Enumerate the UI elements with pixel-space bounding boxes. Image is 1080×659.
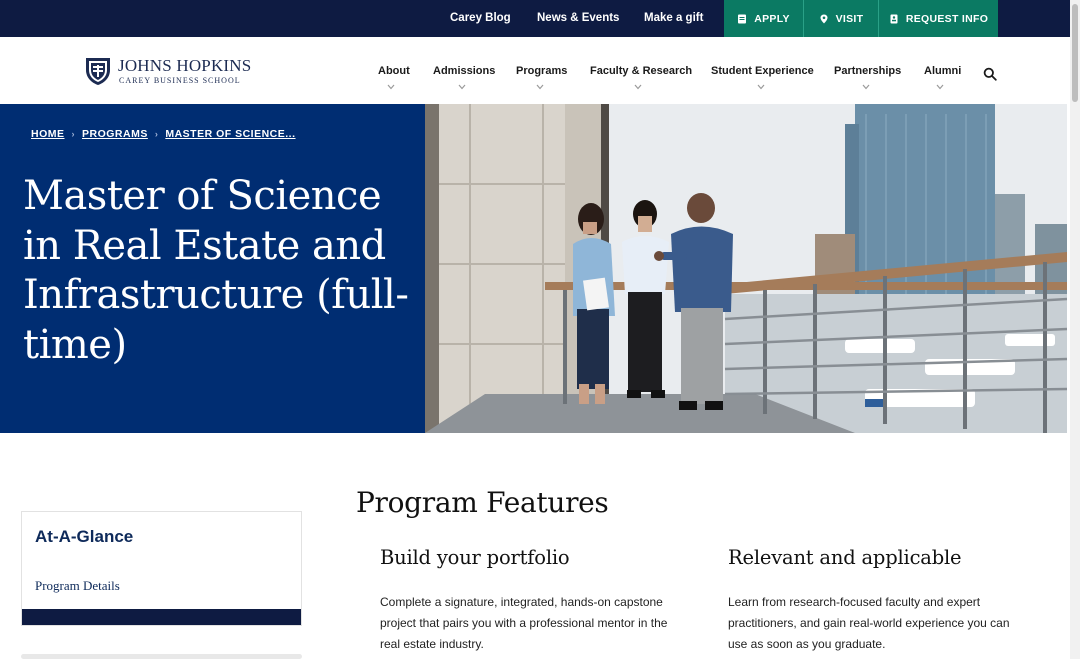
apply-label: APPLY — [754, 12, 790, 25]
at-a-glance-title: At-A-Glance — [35, 527, 134, 546]
search-icon[interactable] — [983, 67, 997, 81]
document-icon — [738, 14, 747, 23]
request-info-button[interactable]: REQUEST INFO — [879, 0, 998, 37]
request-info-label: REQUEST INFO — [905, 12, 989, 25]
visit-label: VISIT — [835, 12, 864, 25]
hero-banner: HOME › PROGRAMS › MASTER OF SCIENCE... M… — [0, 104, 1067, 433]
card-footer-bar — [22, 609, 301, 625]
feature-body: Complete a signature, integrated, hands-… — [380, 595, 668, 651]
feature-heading: Relevant and applicable — [728, 546, 962, 569]
at-a-glance-card: At-A-Glance Program Details — [21, 511, 302, 626]
hero-photo — [425, 104, 1067, 433]
chevron-down-icon — [936, 84, 944, 90]
scrollbar-thumb[interactable] — [1072, 4, 1078, 102]
nav-faculty-research[interactable]: Faculty & Research — [590, 65, 692, 77]
breadcrumb-current[interactable]: MASTER OF SCIENCE... — [165, 128, 295, 140]
apply-button[interactable]: APPLY — [724, 0, 803, 37]
breadcrumb-home[interactable]: HOME — [31, 128, 65, 140]
chevron-down-icon — [634, 84, 642, 90]
feature-heading: Build your portfolio — [380, 546, 570, 569]
chevron-down-icon — [387, 84, 395, 90]
make-gift-link[interactable]: Make a gift — [644, 0, 703, 37]
chevron-down-icon — [458, 84, 466, 90]
hero-photo-illustration — [425, 104, 1067, 433]
program-details-link[interactable]: Program Details — [35, 578, 120, 594]
feature-body: Learn from research-focused faculty and … — [728, 595, 1010, 651]
nav-student-experience[interactable]: Student Experience — [711, 65, 814, 77]
next-card-edge — [21, 654, 302, 659]
chevron-down-icon — [536, 84, 544, 90]
utility-bar: Carey Blog News & Events Make a gift APP… — [0, 0, 1070, 37]
breadcrumb-programs[interactable]: PROGRAMS — [82, 128, 148, 140]
logo-university-name: JOHNS HOPKINS — [118, 56, 252, 75]
program-features-title: Program Features — [356, 486, 609, 519]
nav-about[interactable]: About — [378, 65, 410, 77]
breadcrumb-separator-icon: › — [154, 129, 159, 139]
info-card-icon — [890, 14, 898, 23]
hero-text-panel: HOME › PROGRAMS › MASTER OF SCIENCE... M… — [0, 104, 425, 433]
nav-programs[interactable]: Programs — [516, 65, 567, 77]
visit-button[interactable]: VISIT — [804, 0, 878, 37]
chevron-down-icon — [757, 84, 765, 90]
breadcrumb-separator-icon: › — [71, 129, 75, 139]
main-header: JOHNS HOPKINS CAREY BUSINESS SCHOOL Abou… — [0, 37, 1070, 104]
university-shield-icon — [86, 58, 110, 85]
logo-school-name: CAREY BUSINESS SCHOOL — [119, 76, 241, 85]
nav-admissions[interactable]: Admissions — [433, 65, 495, 77]
chevron-down-icon — [862, 84, 870, 90]
jhu-carey-logo[interactable]: JOHNS HOPKINS CAREY BUSINESS SCHOOL — [84, 54, 251, 88]
nav-alumni[interactable]: Alumni — [924, 65, 961, 77]
page-title: Master of Science in Real Estate and Inf… — [23, 173, 409, 368]
nav-partnerships[interactable]: Partnerships — [834, 65, 901, 77]
breadcrumb: HOME › PROGRAMS › MASTER OF SCIENCE... — [31, 128, 296, 140]
carey-blog-link[interactable]: Carey Blog — [450, 0, 511, 37]
page-scrollbar[interactable] — [1070, 0, 1080, 659]
map-pin-icon — [820, 14, 828, 23]
news-events-link[interactable]: News & Events — [537, 0, 619, 37]
